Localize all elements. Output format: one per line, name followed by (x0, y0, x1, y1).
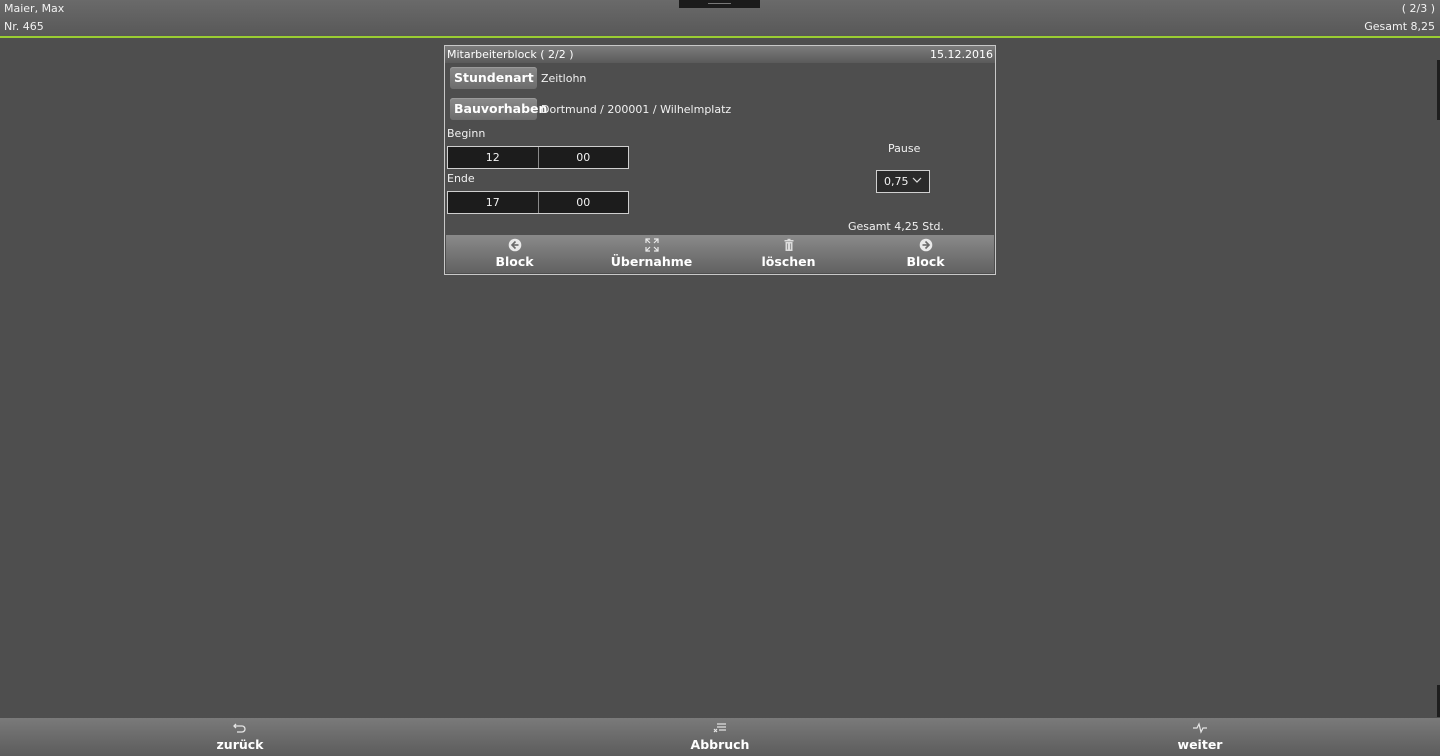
delete-button[interactable]: löschen (720, 235, 857, 273)
header-total: Gesamt 8,25 (1364, 20, 1435, 33)
beginn-hour-input[interactable]: 12 (448, 147, 538, 168)
uebernahme-button[interactable]: Übernahme (583, 235, 720, 273)
pause-dropdown[interactable]: 0,75 (876, 170, 930, 193)
action-label: Block (495, 254, 534, 269)
next-block-button[interactable]: Block (857, 235, 994, 273)
previous-block-button[interactable]: Block (446, 235, 583, 273)
arrow-left-circle-icon (508, 238, 521, 252)
panel-title-bar: Mitarbeiterblock ( 2/2 ) 15.12.2016 (445, 46, 995, 63)
ende-minute-input[interactable]: 00 (537, 192, 629, 213)
employee-name: Maier, Max (4, 2, 65, 15)
arrow-right-circle-icon (919, 238, 932, 252)
next-button[interactable]: weiter (1140, 718, 1260, 756)
next-label: weiter (1177, 737, 1223, 752)
bottom-navigation-bar: zurück Abbruch weiter (0, 718, 1440, 756)
bauvorhaben-value: Dortmund / 200001 / Wilhelmplatz (541, 103, 732, 116)
panel-date: 15.12.2016 (930, 48, 993, 61)
header-bar: Maier, Max Nr. 465 ( 2/3 ) Gesamt 8,25 (0, 0, 1440, 38)
action-label: Block (906, 254, 945, 269)
pause-label: Pause (888, 142, 921, 155)
action-label: Übernahme (610, 254, 693, 269)
list-cancel-icon (713, 723, 726, 733)
cancel-label: Abbruch (690, 737, 750, 752)
employee-block-panel: Mitarbeiterblock ( 2/2 ) 15.12.2016 Stun… (444, 45, 996, 275)
back-button[interactable]: zurück (180, 718, 300, 756)
undo-arrow-icon (233, 723, 246, 733)
pulse-icon (1193, 722, 1207, 734)
pause-selected-value: 0,75 (884, 175, 909, 188)
stundenart-button[interactable]: Stundenart (450, 67, 537, 89)
page-indicator: ( 2/3 ) (1401, 2, 1435, 15)
panel-action-bar: Block Übernahme löschen Block (446, 235, 994, 273)
trash-icon (784, 238, 793, 251)
action-label: löschen (761, 254, 816, 269)
stundenart-value: Zeitlohn (541, 72, 587, 85)
beginn-minute-input[interactable]: 00 (537, 147, 629, 168)
panel-title: Mitarbeiterblock ( 2/2 ) (447, 48, 574, 61)
ende-hour-input[interactable]: 17 (448, 192, 538, 213)
bauvorhaben-button[interactable]: Bauvorhaben (450, 98, 547, 120)
block-total: Gesamt 4,25 Std. (847, 220, 944, 233)
beginn-time-field: 12 00 (447, 146, 629, 169)
cancel-button[interactable]: Abbruch (660, 718, 780, 756)
chevron-down-icon (912, 177, 922, 183)
expand-icon (644, 238, 659, 252)
pull-tab-handle[interactable] (679, 0, 760, 8)
ende-label: Ende (447, 172, 475, 185)
employee-number: Nr. 465 (4, 20, 44, 33)
ende-time-field: 17 00 (447, 191, 629, 214)
beginn-label: Beginn (447, 127, 486, 140)
back-label: zurück (216, 737, 264, 752)
